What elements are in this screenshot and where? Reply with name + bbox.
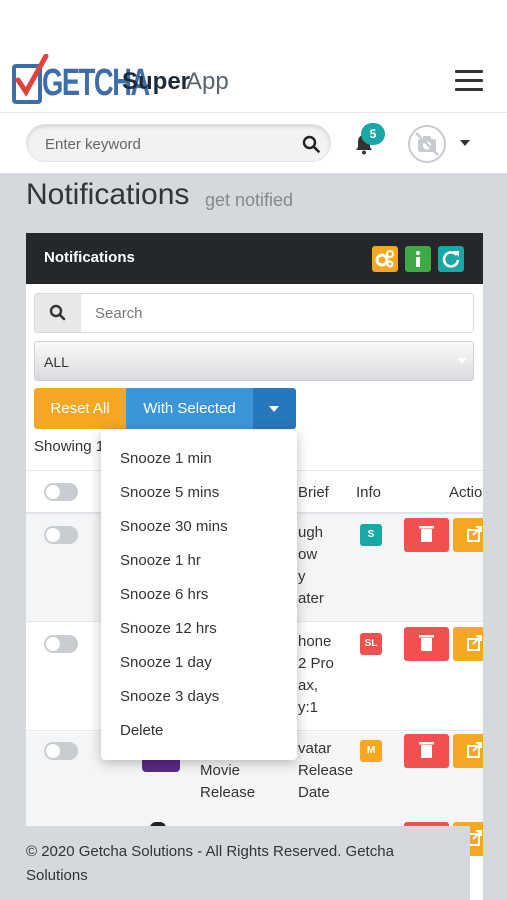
- menu-item-snooze-1-hr[interactable]: Snooze 1 hr: [120, 552, 201, 569]
- trash-icon: [419, 742, 434, 758]
- filter-select-value: ALL: [44, 354, 69, 370]
- with-selected-button[interactable]: With Selected: [126, 388, 253, 429]
- with-selected-menu: Snooze 1 min Snooze 5 mins Snooze 30 min…: [101, 430, 297, 760]
- row-brief: vatar Release Date: [298, 740, 354, 801]
- menu-item-snooze-1-min[interactable]: Snooze 1 min: [120, 450, 212, 467]
- avatar[interactable]: [408, 125, 446, 163]
- info-button[interactable]: [405, 246, 431, 272]
- edit-button[interactable]: [453, 518, 483, 552]
- delete-button[interactable]: [404, 518, 449, 552]
- column-brief: Brief: [298, 484, 329, 501]
- search-addon: [35, 294, 81, 332]
- page-subtitle: get notified: [205, 190, 294, 210]
- page-footer: © 2020 Getcha Solutions - All Rights Res…: [0, 826, 470, 900]
- page-title: Notifications: [26, 178, 190, 211]
- menu-item-snooze-3-days[interactable]: Snooze 3 days: [120, 688, 219, 705]
- settings-button[interactable]: [372, 246, 398, 272]
- info-badge: SL: [360, 633, 382, 655]
- row-select-toggle[interactable]: [44, 635, 78, 653]
- cogs-icon: [375, 250, 394, 268]
- header-divider: [0, 112, 507, 113]
- reset-all-button[interactable]: Reset All: [34, 388, 126, 429]
- app-super-text: Super: [122, 68, 191, 95]
- row-brief: hone 2 Pro ax, y:1: [298, 633, 334, 716]
- keyword-search-input[interactable]: [45, 133, 295, 155]
- delete-button[interactable]: [404, 734, 449, 768]
- app-logo[interactable]: GETCHA Super App: [12, 54, 242, 108]
- menu-item-snooze-30-mins[interactable]: Snooze 30 mins: [120, 518, 228, 535]
- showing-info: Showing 1: [34, 438, 105, 455]
- edit-button[interactable]: [453, 734, 483, 768]
- menu-item-delete[interactable]: Delete: [120, 722, 163, 739]
- row-select-toggle[interactable]: [44, 526, 78, 544]
- table-search: [34, 293, 474, 333]
- filter-select[interactable]: ALL: [34, 341, 474, 381]
- delete-button[interactable]: [404, 627, 449, 661]
- refresh-button[interactable]: [438, 246, 464, 272]
- menu-item-snooze-1-day[interactable]: Snooze 1 day: [120, 654, 212, 671]
- menu-item-snooze-12-hrs[interactable]: Snooze 12 hrs: [120, 620, 217, 637]
- table-search-input[interactable]: [95, 303, 455, 323]
- search-icon: [49, 304, 66, 321]
- trash-icon: [419, 526, 434, 542]
- column-info: Info: [356, 484, 382, 501]
- menu-item-snooze-5-mins[interactable]: Snooze 5 mins: [120, 484, 219, 501]
- menu-item-snooze-6-hrs[interactable]: Snooze 6 hrs: [120, 586, 208, 603]
- chevron-down-icon: [457, 358, 467, 364]
- refresh-icon: [442, 251, 460, 268]
- app-name-text: App: [186, 68, 229, 95]
- edit-button[interactable]: [453, 627, 483, 661]
- row-select-toggle[interactable]: [44, 742, 78, 760]
- info-badge: S: [360, 524, 382, 546]
- trash-icon: [419, 635, 434, 651]
- search-icon[interactable]: [302, 135, 320, 153]
- card-title: Notifications: [44, 249, 135, 266]
- column-action: Action: [449, 484, 483, 501]
- global-search-bar: [26, 124, 331, 162]
- with-selected-dropdown-toggle[interactable]: [253, 388, 296, 429]
- menu-icon[interactable]: [455, 70, 483, 92]
- card-header: Notifications: [26, 233, 483, 284]
- copyright-text: © 2020 Getcha Solutions - All Rights Res…: [26, 843, 394, 884]
- chevron-down-icon[interactable]: [460, 140, 470, 146]
- top-header: GETCHA Super App 5: [0, 0, 507, 173]
- external-link-icon: [467, 526, 482, 542]
- external-link-icon: [467, 742, 482, 758]
- info-icon: [416, 251, 420, 267]
- row-title: Movie Release: [200, 762, 256, 801]
- notification-count-badge: 5: [361, 123, 385, 145]
- no-photo-icon: [415, 132, 439, 156]
- select-all-toggle[interactable]: [44, 483, 78, 501]
- row-brief: ugh ow y ater: [298, 524, 324, 607]
- external-link-icon: [467, 635, 482, 651]
- info-badge: M: [360, 740, 382, 762]
